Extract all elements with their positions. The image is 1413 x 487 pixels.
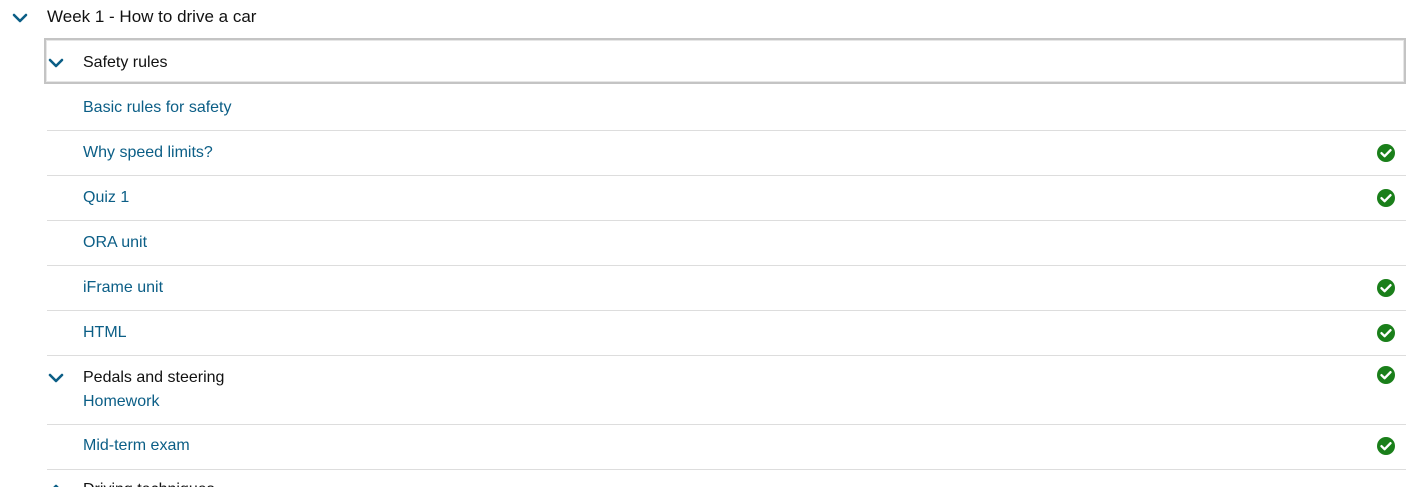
unit-link[interactable]: Basic rules for safety (83, 97, 232, 119)
check-circle-icon (1376, 278, 1396, 298)
unit-link[interactable]: Mid-term exam (83, 435, 190, 457)
check-circle-icon (1376, 436, 1396, 456)
unit-row[interactable]: HTML (47, 312, 1406, 356)
chevron-down-icon[interactable] (48, 370, 64, 386)
section-title[interactable]: Safety rules (83, 52, 167, 74)
check-circle-icon (1376, 365, 1396, 385)
subsection-title[interactable]: Pedals and steering (83, 367, 224, 389)
check-circle-icon (1376, 143, 1396, 163)
chevron-up-icon[interactable] (48, 481, 64, 487)
unit-row[interactable]: ORA unit (47, 222, 1406, 266)
divider (47, 469, 1406, 470)
unit-link[interactable]: ORA unit (83, 232, 147, 254)
unit-link[interactable]: iFrame unit (83, 277, 163, 299)
unit-row[interactable]: Basic rules for safety (47, 87, 1406, 131)
course-outline: Week 1 - How to drive a car Safety rules… (0, 0, 1413, 487)
unit-link[interactable]: HTML (83, 322, 127, 344)
chevron-down-icon[interactable] (48, 55, 64, 71)
chevron-down-icon[interactable] (12, 10, 28, 26)
unit-row[interactable]: Quiz 1 (47, 177, 1406, 221)
next-section-title[interactable]: Driving techniques (83, 479, 215, 487)
unit-link[interactable]: Homework (83, 391, 159, 413)
unit-link[interactable]: Quiz 1 (83, 187, 129, 209)
unit-row[interactable]: Mid-term exam (47, 425, 1406, 469)
unit-link[interactable]: Why speed limits? (83, 142, 213, 164)
unit-row[interactable]: iFrame unit (47, 267, 1406, 311)
week-title[interactable]: Week 1 - How to drive a car (47, 6, 256, 28)
check-circle-icon (1376, 188, 1396, 208)
section-header[interactable] (44, 38, 1406, 84)
unit-row[interactable]: Why speed limits? (47, 132, 1406, 176)
check-circle-icon (1376, 323, 1396, 343)
